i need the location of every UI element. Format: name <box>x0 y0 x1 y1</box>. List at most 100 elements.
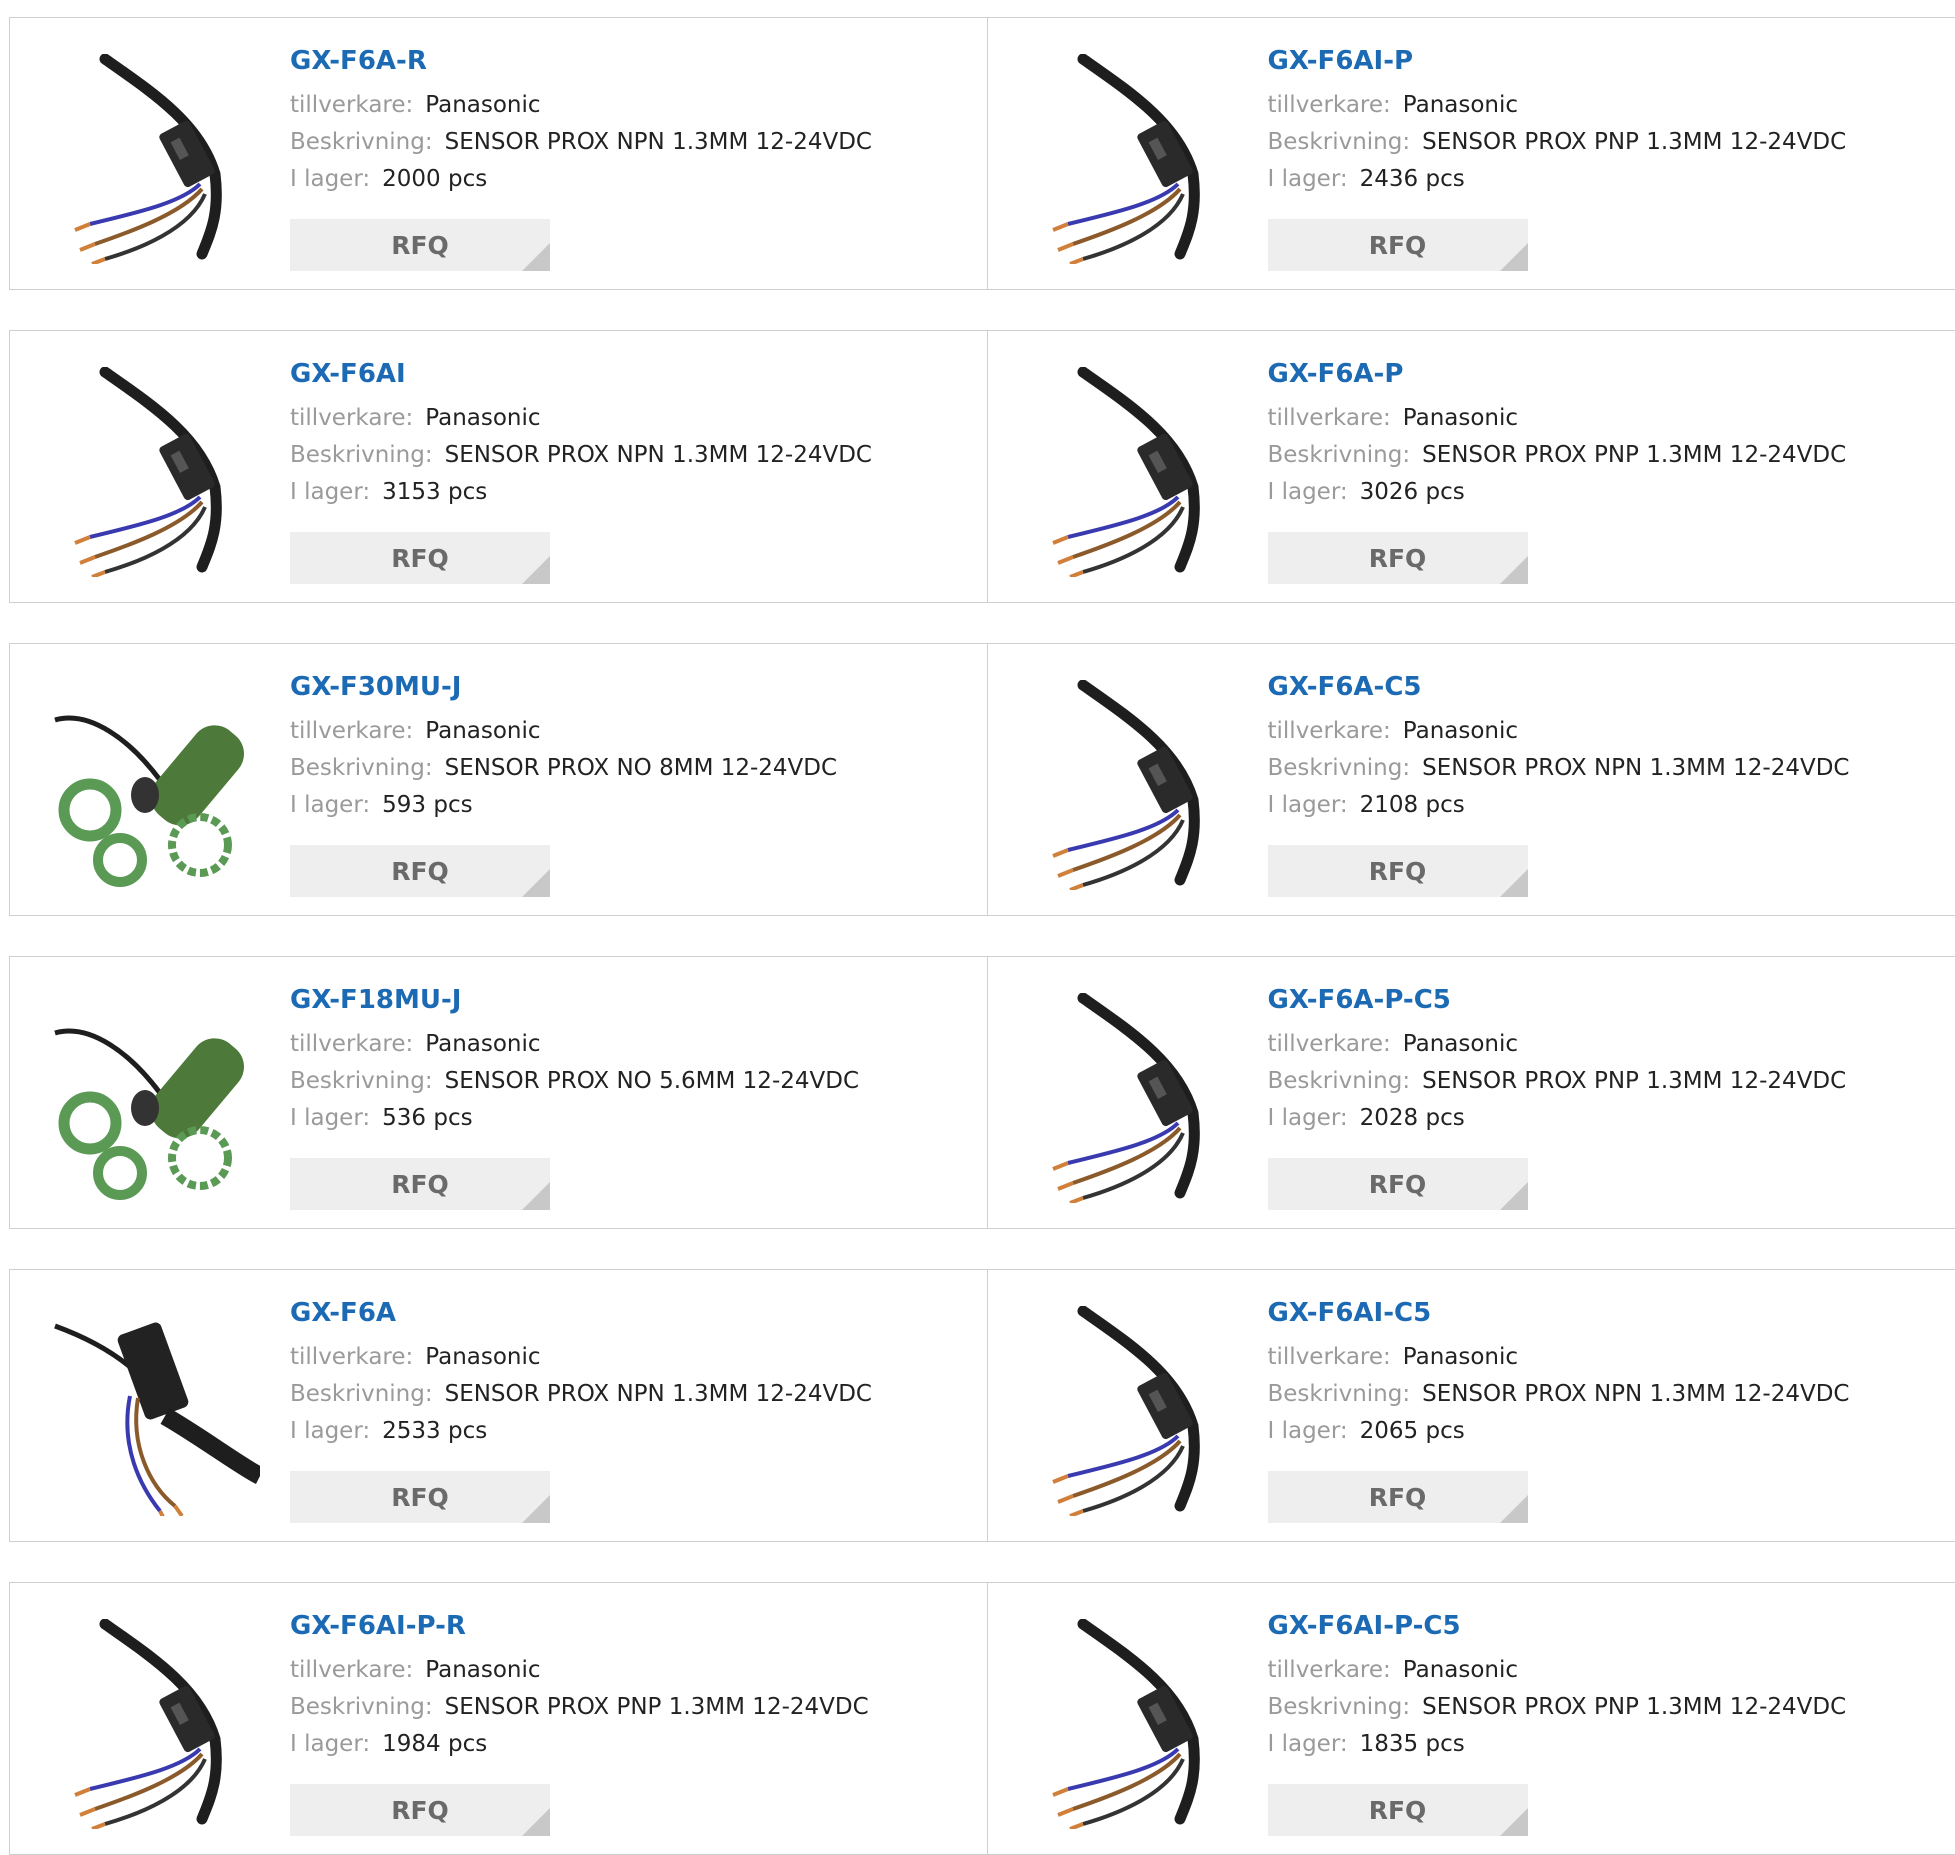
rfq-label: RFQ <box>391 1483 449 1512</box>
product-image[interactable] <box>1028 1306 1238 1516</box>
stock-label: I lager: <box>1268 166 1348 192</box>
description-value: SENSOR PROX PNP 1.3MM 12-24VDC <box>1422 129 1846 155</box>
stock-line: I lager:2533 pcs <box>290 1413 872 1450</box>
manufacturer-line: tillverkare: Panasonic <box>1268 400 1847 437</box>
product-card: GX-F6AI-P tillverkare:Panasonic Beskrivn… <box>987 18 1955 289</box>
manufacturer-label: tillverkare: <box>1268 1657 1391 1683</box>
product-image[interactable] <box>50 1619 260 1829</box>
rfq-button[interactable]: RFQ <box>290 219 550 271</box>
stock-value: 1984 pcs <box>382 1731 487 1757</box>
product-image[interactable] <box>1028 680 1238 890</box>
part-number-link[interactable]: GX-F6AI-P <box>1268 45 1847 77</box>
product-info: GX-F6AI tillverkare:Panasonic Beskrivnin… <box>290 358 872 511</box>
product-row: GX-F18MU-J tillverkare:Panasonic Beskriv… <box>9 956 1955 1229</box>
manufacturer-label: tillverkare: <box>1268 405 1391 431</box>
part-number-link[interactable]: GX-F6A-P <box>1268 358 1847 390</box>
product-image[interactable] <box>1028 54 1238 264</box>
part-number-link[interactable]: GX-F6A-P-C5 <box>1268 984 1847 1016</box>
stock-line: I lager:3026 pcs <box>1268 474 1847 511</box>
product-image[interactable] <box>50 367 260 577</box>
product-card: GX-F6AI-P-R tillverkare:Panasonic Beskri… <box>10 1583 987 1854</box>
product-image[interactable] <box>50 993 260 1203</box>
rfq-button[interactable]: RFQ <box>1268 1471 1528 1523</box>
product-card: GX-F6A-C5 tillverkare:Panasonic Beskrivn… <box>987 644 1955 915</box>
product-image[interactable] <box>1028 367 1238 577</box>
cable-sensor-image <box>50 1619 260 1829</box>
rfq-button[interactable]: RFQ <box>290 1158 550 1210</box>
rfq-button[interactable]: RFQ <box>1268 1784 1528 1836</box>
product-card: GX-F6A-P-C5 tillverkare:Panasonic Beskri… <box>987 957 1955 1228</box>
description-value: SENSOR PROX NPN 1.3MM 12-24VDC <box>445 1381 872 1407</box>
product-image[interactable] <box>1028 993 1238 1203</box>
description-value: SENSOR PROX NO 5.6MM 12-24VDC <box>445 1068 859 1094</box>
product-image[interactable] <box>50 680 260 890</box>
product-card: GX-F6A tillverkare:Panasonic Beskrivning… <box>10 1270 987 1541</box>
rfq-button[interactable]: RFQ <box>290 532 550 584</box>
rfq-label: RFQ <box>1369 857 1427 886</box>
part-number-link[interactable]: GX-F6A <box>290 1297 872 1329</box>
part-number-link[interactable]: GX-F30MU-J <box>290 671 837 703</box>
stock-line: I lager:2028 pcs <box>1268 1100 1847 1137</box>
stock-value: 1835 pcs <box>1360 1731 1465 1757</box>
stock-line: I lager:2065 pcs <box>1268 1413 1850 1450</box>
part-number-link[interactable]: GX-F6AI <box>290 358 872 390</box>
corner-triangle-icon <box>522 1182 550 1210</box>
corner-triangle-icon <box>1500 869 1528 897</box>
rfq-button[interactable]: RFQ <box>290 845 550 897</box>
product-image[interactable] <box>50 1306 260 1516</box>
rfq-label: RFQ <box>391 857 449 886</box>
rfq-button[interactable]: RFQ <box>290 1471 550 1523</box>
product-image[interactable] <box>50 54 260 264</box>
description-label: Beskrivning: <box>290 1068 433 1094</box>
manufacturer-label: tillverkare: <box>1268 1344 1391 1370</box>
part-number-link[interactable]: GX-F6A-R <box>290 45 872 77</box>
stock-label: I lager: <box>290 1105 370 1131</box>
description-line: Beskrivning: SENSOR PROX NPN 1.3MM 12-24V… <box>290 1376 872 1413</box>
description-label: Beskrivning: <box>290 755 433 781</box>
rfq-button[interactable]: RFQ <box>1268 845 1528 897</box>
stock-label: I lager: <box>290 1418 370 1444</box>
manufacturer-line: tillverkare:Panasonic <box>1268 1339 1850 1376</box>
manufacturer-value: Panasonic <box>425 718 540 744</box>
product-info: GX-F6AI-P tillverkare:Panasonic Beskrivn… <box>1268 45 1847 198</box>
corner-triangle-icon <box>522 1495 550 1523</box>
part-number-link[interactable]: GX-F18MU-J <box>290 984 859 1016</box>
stock-line: I lager:1835 pcs <box>1268 1726 1847 1763</box>
manufacturer-label: tillverkare: <box>290 1657 413 1683</box>
description-label: Beskrivning: <box>1268 1068 1411 1094</box>
description-label: Beskrivning: <box>290 1381 433 1407</box>
product-info: GX-F6A-P tillverkare:Panasonic Beskrivni… <box>1268 358 1847 511</box>
rfq-button[interactable]: RFQ <box>1268 219 1528 271</box>
stock-label: I lager: <box>290 792 370 818</box>
product-image[interactable] <box>1028 1619 1238 1829</box>
product-card: GX-F6AI-P-C5 tillverkare:Panasonic Beskr… <box>987 1583 1955 1854</box>
part-number-link[interactable]: GX-F6A-C5 <box>1268 671 1850 703</box>
manufacturer-label: tillverkare: <box>290 1344 413 1370</box>
part-number-link[interactable]: GX-F6AI-P-R <box>290 1610 869 1642</box>
product-card: GX-F6AI tillverkare:Panasonic Beskrivnin… <box>10 331 987 602</box>
manufacturer-value: Panasonic <box>425 1031 540 1057</box>
product-info: GX-F18MU-J tillverkare:Panasonic Beskriv… <box>290 984 859 1137</box>
part-number-link[interactable]: GX-F6AI-C5 <box>1268 1297 1850 1329</box>
description-line: Beskrivning:SENSOR PROX NPN 1.3MM 12-24V… <box>290 124 872 161</box>
stock-label: I lager: <box>1268 792 1348 818</box>
description-line: Beskrivning: SENSOR PROX NO 5.6MM 12-24VD… <box>290 1063 859 1100</box>
rfq-button[interactable]: RFQ <box>1268 532 1528 584</box>
part-number-link[interactable]: GX-F6AI-P-C5 <box>1268 1610 1847 1642</box>
manufacturer-line: tillverkare:Panasonic <box>290 400 872 437</box>
manufacturer-value: Panasonic <box>425 1657 540 1683</box>
stock-value: 536 pcs <box>382 1105 472 1131</box>
stock-line: I lager: 593 pcs <box>290 787 837 824</box>
rfq-button[interactable]: RFQ <box>290 1784 550 1836</box>
cable-sensor-image <box>1028 1619 1238 1829</box>
description-line: Beskrivning:SENSOR PROX PNP 1.3MM 12-24V… <box>1268 124 1847 161</box>
stock-line: I lager:1984 pcs <box>290 1726 869 1763</box>
manufacturer-value: Panasonic <box>1403 405 1518 431</box>
description-label: Beskrivning: <box>290 442 433 468</box>
manufacturer-label: tillverkare: <box>290 405 413 431</box>
cable-sensor-image <box>1028 680 1238 890</box>
rfq-button[interactable]: RFQ <box>1268 1158 1528 1210</box>
stock-value: 593 pcs <box>382 792 472 818</box>
rfq-label: RFQ <box>1369 544 1427 573</box>
product-info: GX-F30MU-J tillverkare:Panasonic Beskriv… <box>290 671 837 824</box>
